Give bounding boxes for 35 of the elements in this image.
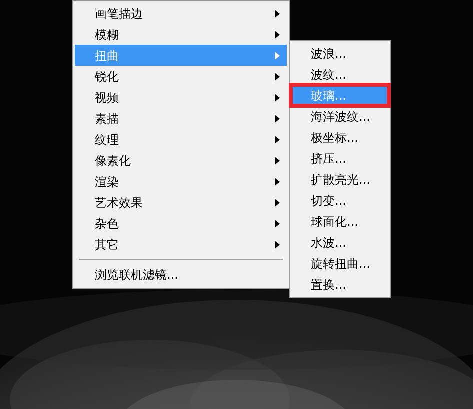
menu-item[interactable]: 其它 xyxy=(75,234,287,255)
menu-item[interactable]: 杂色 xyxy=(75,213,287,234)
menu-item[interactable]: 海洋波纹... xyxy=(291,106,389,127)
submenu-arrow-icon xyxy=(275,240,280,248)
menu-item[interactable]: 水波... xyxy=(291,232,389,253)
menu-item[interactable]: 锐化 xyxy=(75,66,287,87)
submenu-arrow-icon xyxy=(275,52,280,60)
menu-item[interactable]: 素描 xyxy=(75,108,287,129)
menu-item[interactable]: 波纹... xyxy=(291,64,389,85)
submenu-arrow-icon xyxy=(275,94,280,102)
menu-item[interactable]: 模糊 xyxy=(75,24,287,45)
menu-item[interactable]: 视频 xyxy=(75,87,287,108)
submenu-arrow-icon xyxy=(275,10,280,18)
submenu-arrow-icon xyxy=(275,178,280,186)
submenu-arrow-icon xyxy=(275,198,280,206)
menu-item[interactable]: 像素化 xyxy=(75,150,287,171)
submenu-arrow-icon xyxy=(275,114,280,122)
submenu-arrow-icon xyxy=(275,72,280,80)
menu-item[interactable]: 球面化... xyxy=(291,211,389,232)
submenu-arrow-icon xyxy=(275,220,280,228)
menu-item[interactable]: 波浪... xyxy=(291,43,389,64)
menu-item[interactable]: 置换... xyxy=(291,274,389,295)
menu-item[interactable]: 极坐标... xyxy=(291,127,389,148)
menu-item[interactable]: 挤压... xyxy=(291,148,389,169)
menu-item[interactable]: 渲染 xyxy=(75,171,287,192)
submenu-arrow-icon xyxy=(275,156,280,164)
menu-item[interactable]: 切变... xyxy=(291,190,389,211)
menu-item[interactable]: 扩散亮光... xyxy=(291,169,389,190)
menu-item[interactable]: 画笔描边 xyxy=(75,3,287,24)
submenu-arrow-icon xyxy=(275,136,280,144)
menu-item[interactable]: 旋转扭曲... xyxy=(291,253,389,274)
menu-item[interactable]: 纹理 xyxy=(75,129,287,150)
menu-item[interactable]: 浏览联机滤镜... xyxy=(75,264,287,285)
menu-item[interactable]: 艺术效果 xyxy=(75,192,287,213)
submenu-arrow-icon xyxy=(275,30,280,38)
